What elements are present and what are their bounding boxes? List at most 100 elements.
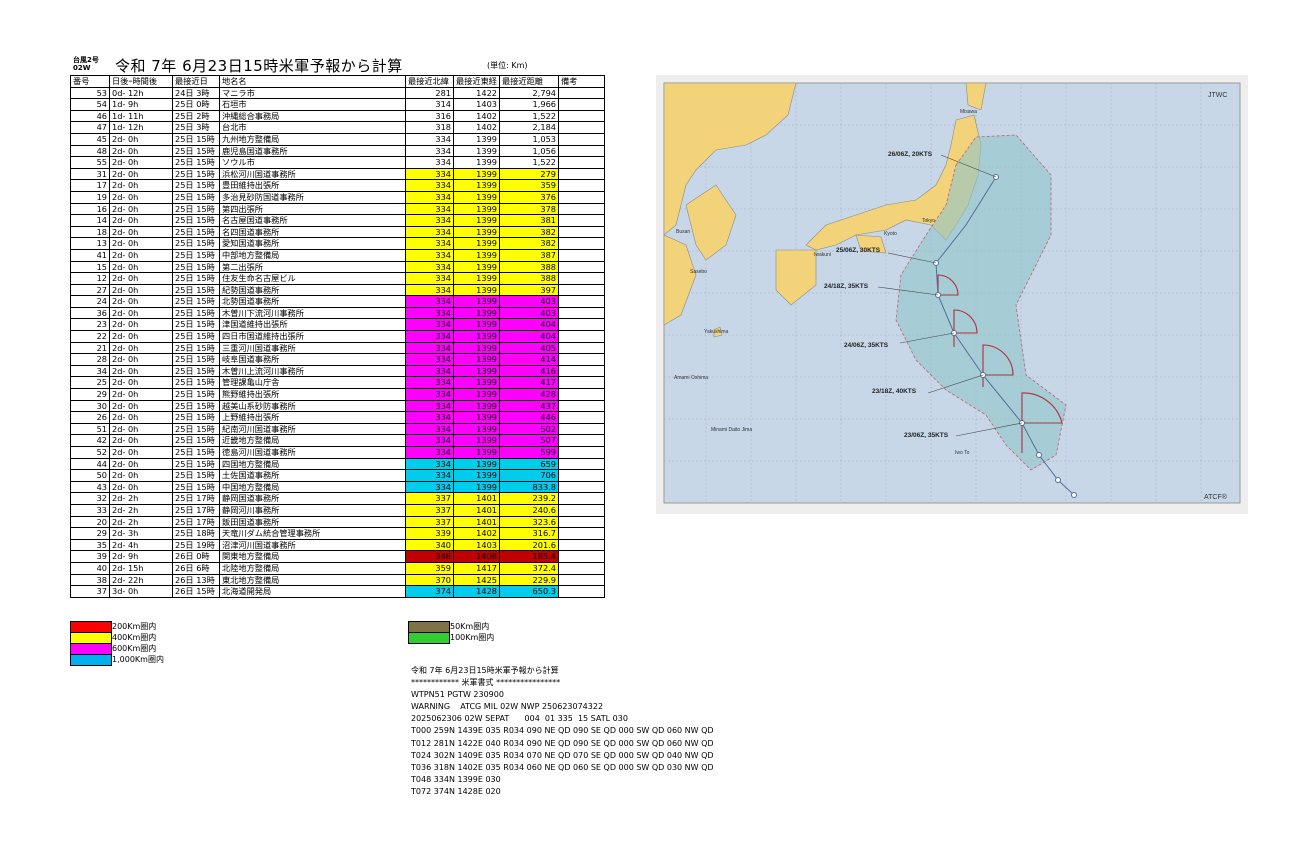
- row-elapsed: 2d- 0h: [109, 202, 173, 216]
- city-label: Tokyo: [922, 218, 935, 224]
- row-number: 44: [70, 457, 110, 471]
- row-number: 24: [70, 295, 110, 308]
- row-distance: 2,794: [499, 86, 559, 100]
- row-longitude: 1422: [453, 86, 500, 100]
- row-closest-date: 25日 17時: [172, 492, 220, 505]
- table-row: 46 1d- 11h 25日 2時 沖縄総合事務局 316 1402 1,522: [70, 109, 605, 123]
- message-line: ************ 米軍書式 ****************: [411, 678, 561, 688]
- row-remarks: [558, 248, 605, 262]
- city-label: Yakushima: [704, 329, 729, 335]
- row-remarks: [558, 573, 605, 587]
- row-latitude: 334: [405, 190, 454, 204]
- row-number: 46: [70, 109, 110, 123]
- row-latitude: 334: [405, 353, 454, 366]
- row-number: 21: [70, 341, 110, 355]
- row-number: 14: [70, 214, 110, 227]
- row-latitude: 316: [405, 109, 454, 123]
- row-latitude: 334: [405, 156, 454, 169]
- table-row: 33 2d- 2h 25日 17時 静岡河川事務所 337 1401 240.6: [70, 503, 605, 517]
- message-line: T048 334N 1399E 030: [411, 774, 501, 784]
- row-longitude: 1399: [453, 480, 500, 494]
- row-distance: 1,053: [499, 132, 559, 146]
- row-distance: 239.2: [499, 492, 559, 505]
- row-longitude: 1399: [453, 132, 500, 146]
- warning-message: 令和 7年 6月23日15時米軍予報から計算 ************ 米軍書式 …: [411, 665, 714, 798]
- row-place-name: 越美山系砂防事務所: [219, 399, 406, 413]
- row-remarks: [558, 318, 605, 332]
- row-closest-date: 25日 15時: [172, 457, 220, 471]
- row-elapsed: 2d- 2h: [109, 515, 173, 529]
- message-line: T036 318N 1402E 035 R034 060 NE QD 060 S…: [411, 762, 714, 772]
- table-row: 15 2d- 0h 25日 15時 第二出張所 334 1399 388: [70, 260, 605, 274]
- row-closest-date: 25日 15時: [172, 388, 220, 401]
- row-remarks: [558, 341, 605, 355]
- unit-label: (単位: Km): [487, 61, 528, 70]
- row-remarks: [558, 434, 605, 447]
- row-latitude: 374: [405, 585, 454, 598]
- row-closest-date: 25日 15時: [172, 214, 220, 227]
- row-latitude: 359: [405, 561, 454, 575]
- row-latitude: 281: [405, 86, 454, 100]
- row-latitude: 334: [405, 144, 454, 158]
- row-elapsed: 2d- 0h: [109, 434, 173, 447]
- row-place-name: 四日市国道維持出張所: [219, 330, 406, 343]
- row-closest-date: 25日 15時: [172, 376, 220, 390]
- row-place-name: 熊野維持出張所: [219, 388, 406, 401]
- row-longitude: 1402: [453, 109, 500, 123]
- message-line: WARNING ATCG MIL 02W NWP 250623074322: [411, 702, 604, 712]
- row-distance: 404: [499, 318, 559, 332]
- row-place-name: 管理課亀山庁舎: [219, 376, 406, 390]
- row-longitude: 1399: [453, 457, 500, 471]
- row-remarks: [558, 330, 605, 343]
- row-longitude: 1403: [453, 538, 500, 552]
- row-distance: 417: [499, 376, 559, 390]
- row-number: 22: [70, 330, 110, 343]
- table-row: 54 1d- 9h 25日 0時 石垣市 314 1403 1,966: [70, 98, 605, 111]
- atcf-brand: ATCF®: [1204, 493, 1228, 501]
- legend-label: 100Km圏内: [450, 633, 495, 642]
- row-latitude: 334: [405, 167, 454, 181]
- col-header: 最接近日: [172, 75, 220, 88]
- city-label: Sasebo: [690, 269, 707, 275]
- row-place-name: 北海道開発局: [219, 585, 406, 598]
- row-distance: 229.9: [499, 573, 559, 587]
- city-label: Iwo To: [955, 450, 970, 456]
- message-line: WTPN51 PGTW 230900: [411, 690, 504, 700]
- row-distance: 507: [499, 434, 559, 447]
- row-longitude: 1399: [453, 411, 500, 424]
- forecast-label: 23/18Z, 40KTS: [872, 388, 917, 395]
- city-label: Minami Daito Jima: [711, 427, 752, 433]
- row-longitude: 1399: [453, 272, 500, 285]
- row-longitude: 1399: [453, 190, 500, 204]
- table-row: 55 2d- 0h 25日 15時 ソウル市 334 1399 1,522: [70, 156, 605, 169]
- row-longitude: 1399: [453, 318, 500, 332]
- row-number: 37: [70, 585, 110, 598]
- legend-label: 1,000Km圏内: [112, 655, 164, 664]
- row-elapsed: 2d- 0h: [109, 341, 173, 355]
- row-remarks: [558, 561, 605, 575]
- row-distance: 833.8: [499, 480, 559, 494]
- legend-label: 400Km圏内: [112, 633, 157, 642]
- row-remarks: [558, 492, 605, 505]
- row-remarks: [558, 550, 605, 563]
- row-distance: 387: [499, 248, 559, 262]
- row-place-name: 第四出張所: [219, 202, 406, 216]
- row-latitude: 339: [405, 527, 454, 540]
- row-longitude: 1399: [453, 434, 500, 447]
- row-remarks: [558, 225, 605, 239]
- table-row: 23 2d- 0h 25日 15時 津国道維持出張所 334 1399 404: [70, 318, 605, 332]
- table-row: 32 2d- 2h 25日 17時 静岡国道事務所 337 1401 239.2: [70, 492, 605, 505]
- typhoon-tag-name: 台風2号: [73, 56, 99, 64]
- row-remarks: [558, 214, 605, 227]
- row-place-name: ソウル市: [219, 156, 406, 169]
- table-row: 20 2d- 2h 25日 17時 飯田国道事務所 337 1401 323.6: [70, 515, 605, 529]
- row-latitude: 334: [405, 225, 454, 239]
- page-title: 令和 7年 6月23日15時米軍予報から計算: [115, 57, 403, 75]
- row-elapsed: 2d- 0h: [109, 190, 173, 204]
- row-remarks: [558, 364, 605, 378]
- row-closest-date: 25日 17時: [172, 515, 220, 529]
- row-number: 30: [70, 399, 110, 413]
- row-remarks: [558, 179, 605, 192]
- message-line: T024 302N 1409E 035 R034 070 NE QD 070 S…: [411, 750, 714, 760]
- row-latitude: 334: [405, 480, 454, 494]
